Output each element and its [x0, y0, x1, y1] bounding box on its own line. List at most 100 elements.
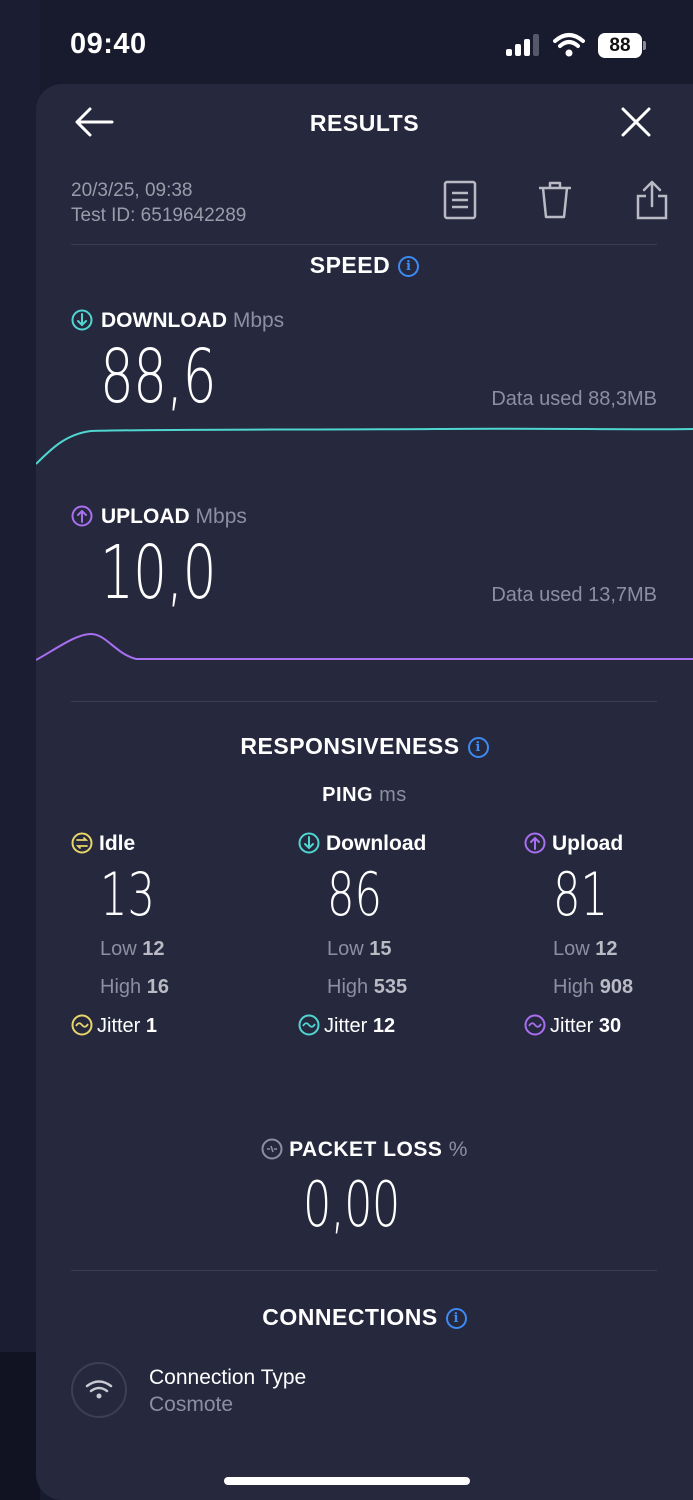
packet-loss-label: PACKET LOSS %	[36, 1138, 693, 1162]
idle-jitter-value: 1	[145, 1015, 158, 1037]
upload-speed-value: 10,0	[100, 530, 216, 616]
speed-title-text: SPEED	[309, 252, 391, 278]
upload-jitter-value: 30	[598, 1015, 622, 1037]
download-jitter-value: 12	[372, 1015, 396, 1037]
idle-label: Idle	[71, 832, 271, 858]
upload-high: High 908	[553, 976, 633, 999]
document-icon[interactable]	[442, 180, 478, 220]
download-high: High 535	[327, 976, 407, 999]
idle-label-text: Idle	[99, 832, 136, 855]
divider	[71, 701, 657, 702]
upload-high-value: 908	[599, 976, 634, 998]
download-high-value: 535	[373, 976, 408, 998]
jitter-icon	[71, 1014, 93, 1036]
connections-info-icon[interactable]: i	[445, 1308, 467, 1329]
download-low-label: Low	[327, 938, 364, 960]
test-date: 20/3/25, 09:38	[71, 180, 193, 201]
upload-label: UPLOAD Mbps	[71, 505, 247, 529]
upload-ping-label: Upload	[524, 832, 693, 858]
idle-jitter-label: Jitter	[97, 1015, 141, 1037]
upload-ping-value: 81	[553, 860, 608, 930]
background-left-bottom	[0, 1352, 40, 1500]
download-low: Low 15	[327, 938, 392, 961]
ping-idle-column: Idle 13 Low 12 High 16 Jitter 1	[71, 832, 271, 1037]
status-time: 09:40	[70, 28, 147, 60]
ping-label: PING ms	[36, 784, 693, 807]
packet-loss-icon	[261, 1138, 283, 1160]
download-ping-label-text: Download	[326, 832, 427, 855]
connection-type-label: Connection Type	[149, 1366, 307, 1389]
connections-section-title: CONNECTIONS i	[36, 1304, 693, 1331]
jitter-icon	[298, 1014, 320, 1036]
connections-title-text: CONNECTIONS	[262, 1304, 438, 1330]
upload-arrow-icon	[524, 832, 546, 854]
packet-loss-value: 0,00	[303, 1168, 400, 1241]
ping-label-text: PING	[322, 784, 374, 806]
battery-indicator: 88	[598, 33, 642, 58]
download-data-used: Data used 88,3MB	[491, 388, 657, 410]
idle-icon	[71, 832, 93, 854]
download-jitter: Jitter 12	[298, 1014, 395, 1038]
idle-low-value: 12	[142, 938, 165, 960]
idle-high-label: High	[100, 976, 142, 998]
download-ping-label: Download	[298, 832, 498, 858]
download-unit: Mbps	[232, 309, 285, 332]
download-arrow-icon	[298, 832, 320, 854]
cellular-signal-icon	[506, 34, 539, 56]
idle-low-label: Low	[100, 938, 137, 960]
speed-info-icon[interactable]: i	[398, 256, 420, 277]
ping-unit: ms	[379, 784, 407, 806]
packet-loss-label-text: PACKET LOSS	[289, 1138, 443, 1161]
divider	[71, 244, 657, 245]
download-ping-value: 86	[327, 860, 382, 930]
share-icon[interactable]	[634, 180, 670, 220]
ping-upload-column: Upload 81 Low 12 High 908 Jitter 30	[524, 832, 693, 1037]
upload-high-label: High	[553, 976, 595, 998]
battery-tip	[643, 41, 646, 50]
responsiveness-title-text: RESPONSIVENESS	[240, 733, 460, 759]
background-left	[0, 0, 40, 1500]
speed-section-title: SPEED i	[36, 252, 693, 279]
jitter-icon	[524, 1014, 546, 1036]
upload-low: Low 12	[553, 938, 618, 961]
upload-low-label: Low	[553, 938, 590, 960]
ping-download-column: Download 86 Low 15 High 535 Jitter 12	[298, 832, 498, 1037]
upload-data-used: Data used 13,7MB	[491, 584, 657, 606]
idle-low: Low 12	[100, 938, 165, 961]
wifi-icon	[85, 1380, 113, 1399]
upload-label-text: UPLOAD	[101, 505, 190, 528]
page-title: RESULTS	[309, 110, 420, 136]
download-high-label: High	[327, 976, 369, 998]
home-indicator[interactable]	[224, 1477, 470, 1485]
idle-jitter: Jitter 1	[71, 1014, 157, 1038]
packet-loss-unit: %	[448, 1138, 468, 1161]
idle-high: High 16	[100, 976, 169, 999]
close-icon[interactable]	[618, 104, 654, 140]
divider	[71, 1270, 657, 1271]
upload-low-value: 12	[595, 938, 618, 960]
results-sheet: RESULTS 20/3/25, 09:38 Test ID: 65196422…	[36, 84, 693, 1500]
download-speed-value: 88,6	[100, 334, 216, 420]
connection-type-value: Cosmote	[149, 1393, 234, 1416]
download-arrow-icon	[71, 309, 93, 331]
wifi-icon	[553, 33, 585, 57]
upload-jitter: Jitter 30	[524, 1014, 621, 1038]
upload-unit: Mbps	[195, 505, 247, 528]
test-id: Test ID: 6519642289	[71, 205, 247, 226]
idle-high-value: 16	[146, 976, 169, 998]
upload-graph	[36, 632, 693, 661]
download-graph	[36, 427, 693, 465]
download-jitter-label: Jitter	[324, 1015, 368, 1037]
idle-ping-value: 13	[100, 860, 155, 930]
download-label: DOWNLOAD Mbps	[71, 309, 284, 333]
trash-icon[interactable]	[537, 180, 573, 220]
responsiveness-info-icon[interactable]: i	[467, 737, 489, 758]
upload-ping-label-text: Upload	[552, 832, 624, 855]
responsiveness-section-title: RESPONSIVENESS i	[36, 733, 693, 760]
upload-jitter-label: Jitter	[550, 1015, 594, 1037]
download-low-value: 15	[369, 938, 392, 960]
download-label-text: DOWNLOAD	[101, 309, 227, 332]
connection-wifi-icon	[71, 1362, 127, 1418]
upload-arrow-icon	[71, 505, 93, 527]
status-bar: 09:40 88	[0, 0, 693, 90]
